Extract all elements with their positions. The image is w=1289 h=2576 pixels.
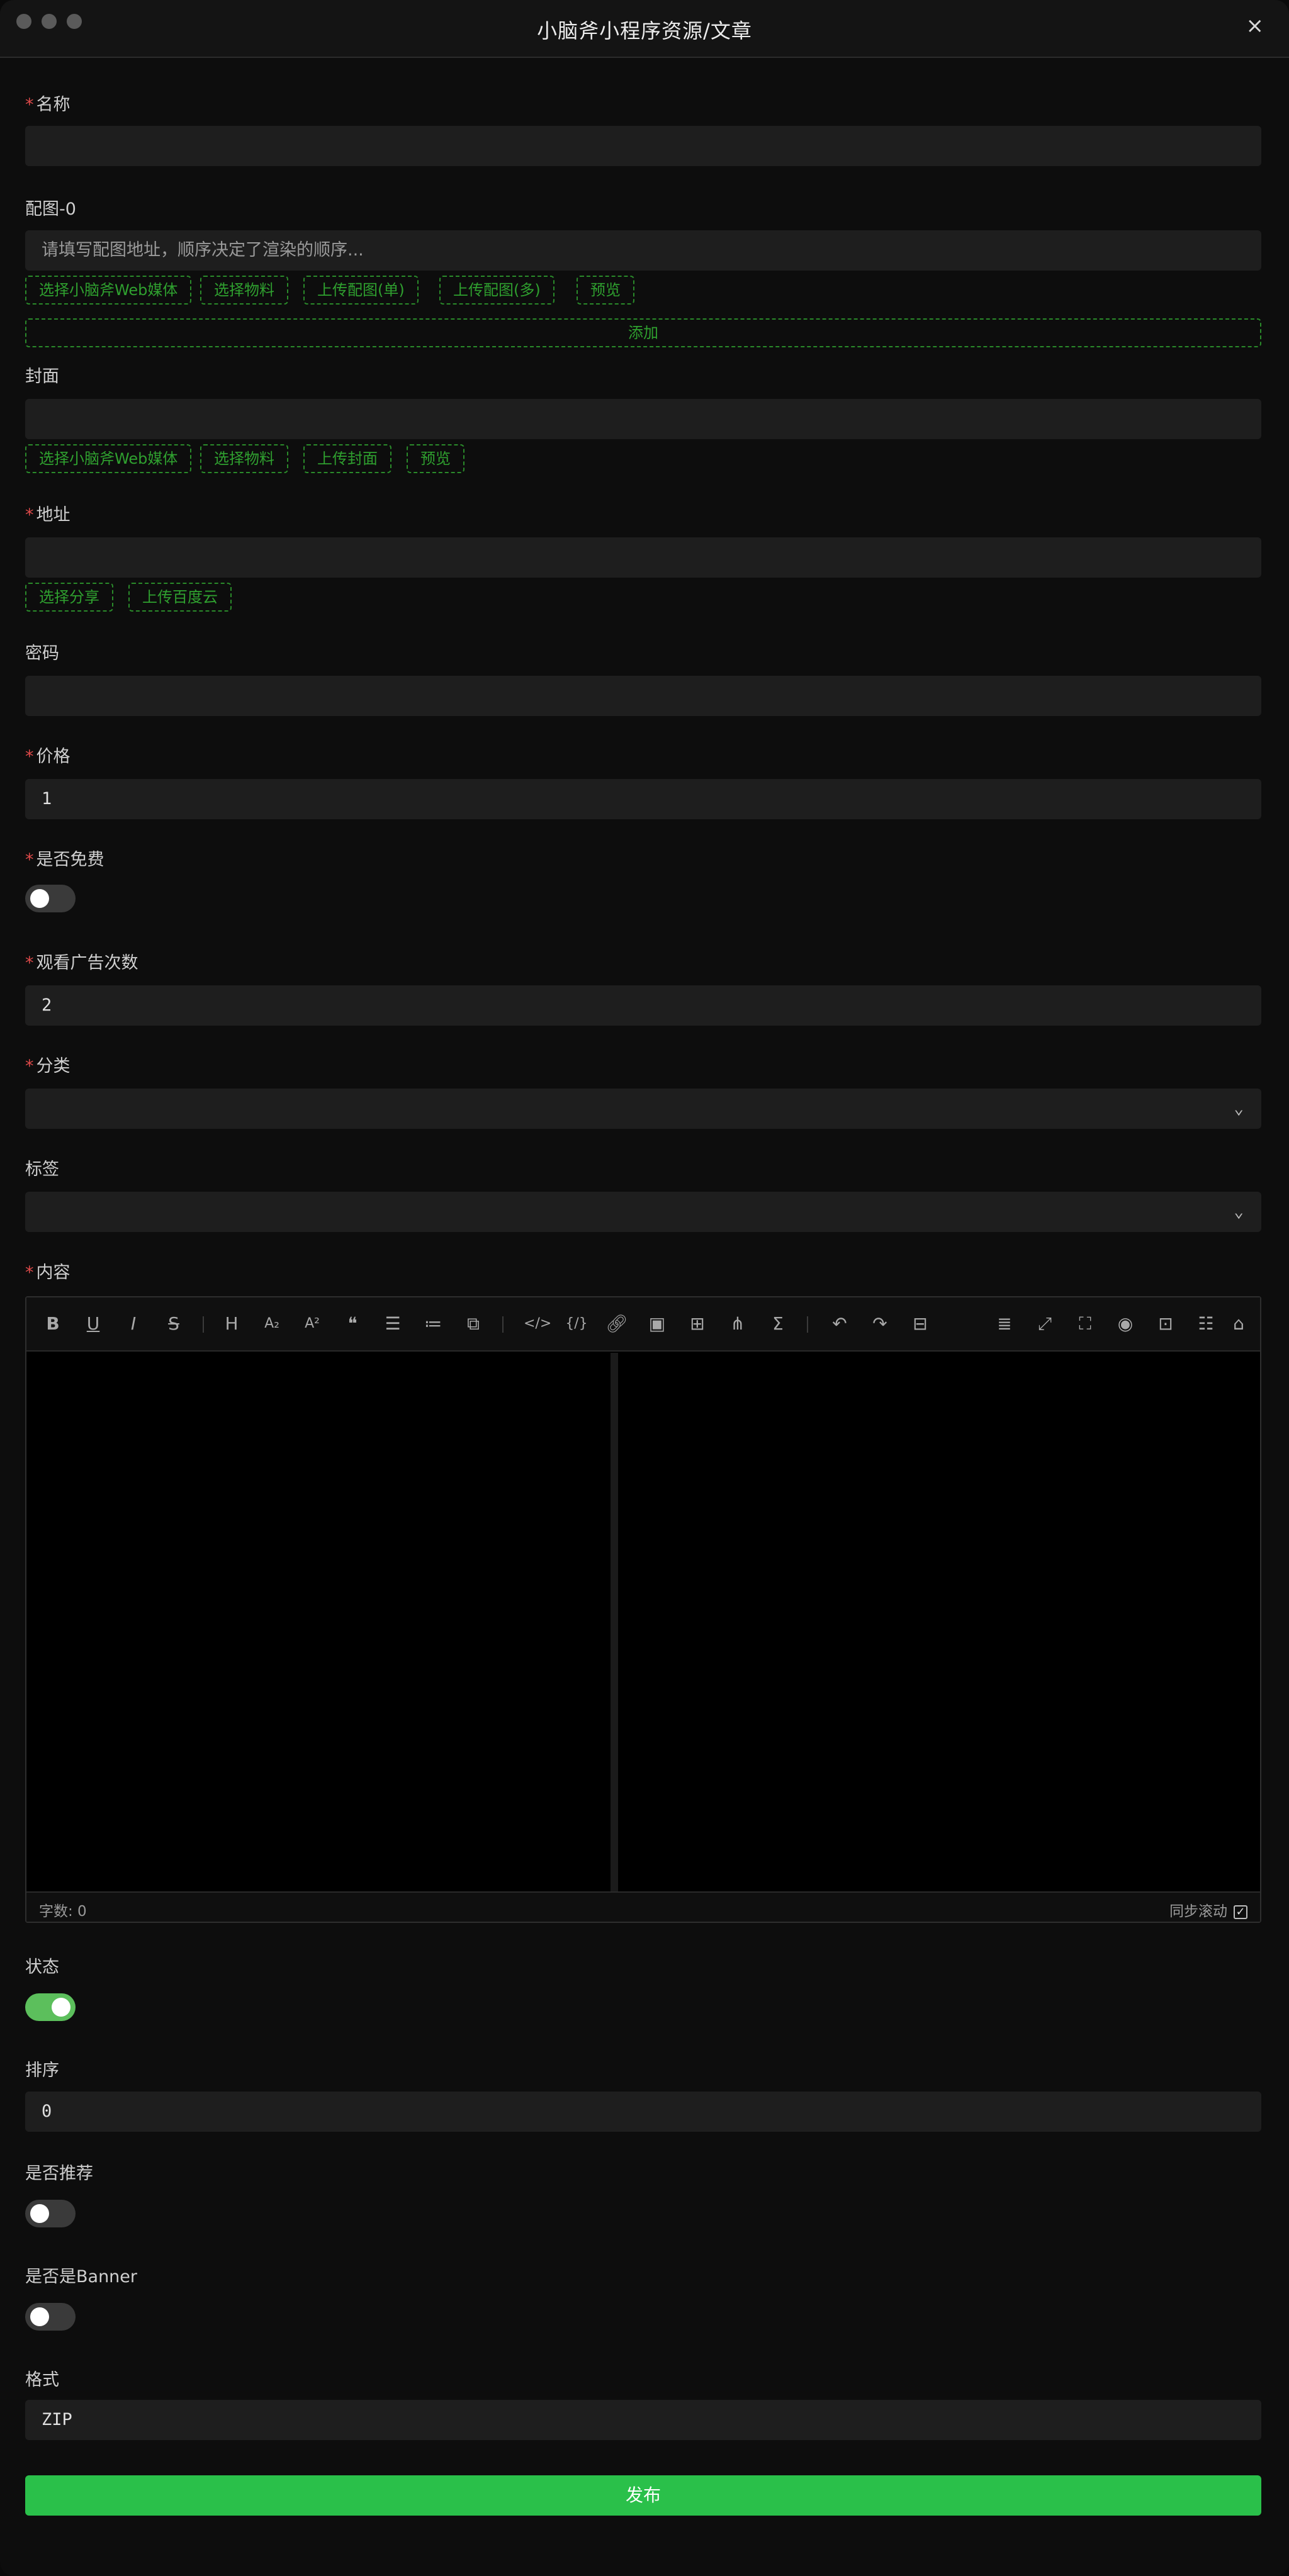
toggle-knob — [30, 889, 49, 908]
undo-icon[interactable]: ↶ — [827, 1311, 852, 1336]
status-toggle[interactable] — [25, 1993, 76, 2021]
price-input[interactable]: 1 — [25, 779, 1261, 819]
preview-icon[interactable]: ◉ — [1113, 1311, 1138, 1336]
select-material-button[interactable]: 选择物料 — [200, 276, 288, 305]
editor-toolbar: B U I S H A₂ A² ❝ ☰ ≔ ⧉ </> {/} 🔗︎ ▣ ⊞ ⋔… — [26, 1297, 1260, 1352]
window: 小脑斧小程序资源/文章 × * 名称 配图-0 请填写配图地址，顺序决定了渲染的顺… — [0, 0, 1289, 2576]
toolbar-separator — [502, 1316, 504, 1333]
quote-icon[interactable]: ❝ — [340, 1311, 365, 1336]
chevron-down-icon: ⌄ — [1234, 1099, 1244, 1118]
ordered-list-icon[interactable]: ≔ — [420, 1311, 446, 1336]
editor-footer: 字数: 0 同步滚动 ✓ — [26, 1891, 1260, 1922]
image-icon[interactable]: ▣ — [644, 1311, 670, 1336]
checkbox-icon[interactable]: ✓ — [1234, 1905, 1247, 1919]
address-input[interactable] — [25, 537, 1261, 578]
cover-label: 封面 — [25, 367, 59, 386]
toolbar-separator — [203, 1316, 204, 1333]
image-url-input[interactable]: 请填写配图地址，顺序决定了渲染的顺序... — [25, 230, 1261, 271]
heading-icon[interactable]: H — [219, 1311, 244, 1336]
code-block-icon[interactable]: {/} — [564, 1311, 589, 1336]
is-free-label: * 是否免费 — [25, 850, 104, 870]
tags-label: 标签 — [25, 1160, 59, 1179]
link-icon[interactable]: 🔗︎ — [604, 1311, 629, 1336]
status-label: 状态 — [25, 1957, 59, 1977]
toolbar-separator — [807, 1316, 808, 1333]
recommended-toggle[interactable] — [25, 2200, 76, 2227]
upload-cover-button[interactable]: 上传封面 — [303, 444, 391, 473]
address-label: * 地址 — [25, 505, 70, 525]
toggle-knob — [30, 2204, 49, 2223]
editor-preview-pane — [618, 1353, 1260, 1893]
banner-toggle[interactable] — [25, 2303, 76, 2331]
publish-button[interactable]: 发布 — [25, 2475, 1261, 2516]
page-fullscreen-icon[interactable]: ⛶ — [1072, 1311, 1098, 1336]
name-label: * 名称 — [25, 95, 70, 115]
word-count: 字数: 0 — [39, 1903, 87, 1920]
bold-icon[interactable]: B — [40, 1311, 65, 1336]
github-icon[interactable]: ⌂ — [1226, 1311, 1251, 1336]
content-label: * 内容 — [25, 1263, 70, 1282]
preview-cover-button[interactable]: 预览 — [407, 444, 464, 473]
select-web-media-button[interactable]: 选择小脑斧Web媒体 — [25, 276, 192, 305]
unordered-list-icon[interactable]: ☰ — [380, 1311, 405, 1336]
password-label: 密码 — [25, 644, 59, 663]
save-icon[interactable]: ⊟ — [908, 1311, 933, 1336]
is-free-toggle[interactable] — [25, 885, 76, 912]
images-label: 配图-0 — [25, 199, 76, 219]
upload-baidu-cloud-button[interactable]: 上传百度云 — [128, 583, 232, 612]
price-label: * 价格 — [25, 747, 70, 766]
fullscreen-icon[interactable]: ⤢ — [1032, 1311, 1057, 1336]
toggle-knob — [52, 1998, 70, 2017]
tags-select[interactable]: ⌄ — [25, 1192, 1261, 1232]
subscript-icon[interactable]: A₂ — [259, 1311, 284, 1336]
toggle-knob — [30, 2307, 49, 2326]
banner-label: 是否是Banner — [25, 2267, 138, 2287]
window-title: 小脑斧小程序资源/文章 — [537, 19, 752, 43]
superscript-icon[interactable]: A² — [300, 1311, 325, 1336]
markdown-icon[interactable]: ☷ — [1193, 1311, 1219, 1336]
formula-icon[interactable]: Σ — [765, 1311, 791, 1336]
preview-image-button[interactable]: 预览 — [577, 276, 634, 305]
sync-scroll-toggle[interactable]: 同步滚动 ✓ — [1169, 1899, 1247, 1920]
strikethrough-icon[interactable]: S — [161, 1311, 186, 1336]
recommended-label: 是否推荐 — [25, 2164, 93, 2183]
sort-input[interactable]: 0 — [25, 2092, 1261, 2132]
table-icon[interactable]: ⊞ — [685, 1311, 710, 1336]
ad-views-input[interactable]: 2 — [25, 985, 1261, 1026]
category-select[interactable]: ⌄ — [25, 1089, 1261, 1129]
italic-icon[interactable]: I — [121, 1311, 146, 1336]
upload-image-multi-button[interactable]: 上传配图(多) — [439, 276, 554, 305]
redo-icon[interactable]: ↷ — [867, 1311, 892, 1336]
name-input[interactable] — [25, 126, 1261, 166]
html-preview-icon[interactable]: ⊡ — [1153, 1311, 1178, 1336]
editor-input-pane[interactable] — [26, 1353, 611, 1893]
title-bar: 小脑斧小程序资源/文章 × — [0, 0, 1289, 58]
category-label: * 分类 — [25, 1056, 70, 1076]
markdown-editor: B U I S H A₂ A² ❝ ☰ ≔ ⧉ </> {/} 🔗︎ ▣ ⊞ ⋔… — [25, 1296, 1261, 1923]
ad-views-label: * 观看广告次数 — [25, 953, 138, 973]
add-image-button[interactable]: 添加 — [25, 318, 1261, 347]
format-label: 格式 — [25, 2370, 59, 2390]
diagram-icon[interactable]: ⋔ — [725, 1311, 750, 1336]
format-input[interactable]: ZIP — [25, 2400, 1261, 2440]
pane-divider[interactable] — [611, 1353, 618, 1893]
task-icon[interactable]: ⧉ — [461, 1311, 486, 1336]
cover-select-web-media-button[interactable]: 选择小脑斧Web媒体 — [25, 444, 192, 473]
password-input[interactable] — [25, 676, 1261, 716]
code-icon[interactable]: </> — [524, 1311, 551, 1336]
select-share-button[interactable]: 选择分享 — [25, 583, 113, 612]
cover-input[interactable] — [25, 399, 1261, 439]
chevron-down-icon: ⌄ — [1234, 1202, 1244, 1221]
upload-image-single-button[interactable]: 上传配图(单) — [303, 276, 419, 305]
sort-label: 排序 — [25, 2061, 59, 2080]
catalog-icon[interactable]: ≣ — [992, 1311, 1017, 1336]
close-icon[interactable]: × — [1246, 15, 1264, 36]
cover-select-material-button[interactable]: 选择物料 — [200, 444, 288, 473]
underline-icon[interactable]: U — [81, 1311, 106, 1336]
